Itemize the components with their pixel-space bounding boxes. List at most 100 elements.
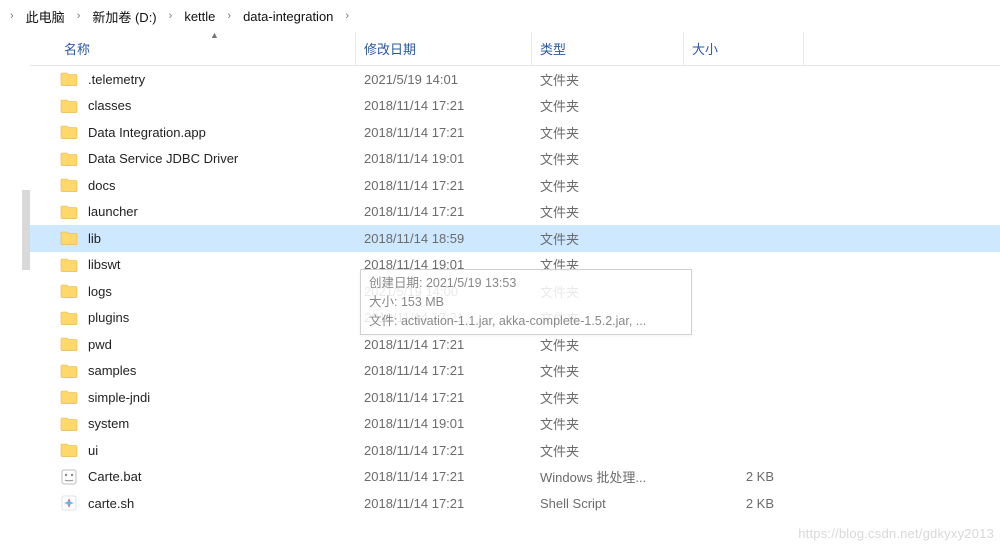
cell-name: simple-jndi [30, 388, 356, 406]
cell-name: pwd [30, 335, 356, 353]
file-name: .telemetry [88, 72, 145, 87]
cell-type: 文件夹 [532, 123, 684, 142]
file-row[interactable]: plugins2018/11/14 17:21文件夹 [30, 305, 1000, 332]
file-row[interactable]: Data Integration.app2018/11/14 17:21文件夹 [30, 119, 1000, 146]
sh-file-icon [60, 494, 78, 512]
folder-icon [60, 229, 78, 247]
file-row[interactable]: Carte.bat2018/11/14 17:21Windows 批处理...2… [30, 464, 1000, 491]
file-list: 名称 ▲ 修改日期 类型 大小 .telemetry 2021/5/19 14:0… [30, 32, 1000, 547]
cell-name: launcher [30, 203, 356, 221]
file-row[interactable]: docs2018/11/14 17:21文件夹 [30, 172, 1000, 199]
cell-name: system [30, 415, 356, 433]
cell-name: plugins [30, 309, 356, 327]
cell-type: 文件夹 [532, 361, 684, 380]
cell-date: 2018/11/14 17:21 [356, 496, 532, 511]
column-header-size[interactable]: 大小 [684, 32, 804, 65]
file-name: Data Service JDBC Driver [88, 151, 238, 166]
file-name: pwd [88, 337, 112, 352]
cell-date: 2018/11/14 17:21 [356, 390, 532, 405]
cell-date: 2018/11/14 19:01 [356, 151, 532, 166]
crumb-data-integration[interactable]: data-integration [237, 7, 339, 26]
cell-date: 2018/11/14 17:21 [356, 178, 532, 193]
file-row[interactable]: lib 2018/11/14 18:59文件夹 [30, 225, 1000, 252]
file-name: lib [88, 231, 101, 246]
folder-icon [60, 123, 78, 141]
crumb-drive-d[interactable]: 新加卷 (D:) [86, 5, 162, 28]
file-row[interactable]: pwd2018/11/14 17:21文件夹 [30, 331, 1000, 358]
column-label: 修改日期 [364, 39, 416, 58]
file-row[interactable]: classes2018/11/14 17:21文件夹 [30, 93, 1000, 120]
file-row[interactable]: carte.sh2018/11/14 17:21Shell Script2 KB [30, 490, 1000, 517]
cell-date: 2018/11/14 19:01 [356, 257, 532, 272]
cell-type: 文件夹 [532, 255, 684, 274]
file-row[interactable]: Data Service JDBC Driver 2018/11/14 19:01… [30, 146, 1000, 173]
column-label: 大小 [692, 39, 718, 58]
cell-type: 文件夹 [532, 70, 684, 89]
folder-icon [60, 415, 78, 433]
file-name: Data Integration.app [88, 125, 206, 140]
cell-type: Shell Script [532, 496, 684, 511]
cell-type: 文件夹 [532, 229, 684, 248]
cell-name: .telemetry [30, 70, 356, 88]
cell-date: 2018/11/14 17:21 [356, 310, 532, 325]
folder-icon [60, 441, 78, 459]
cell-date: 2018/11/14 17:21 [356, 443, 532, 458]
scrollbar-thumb[interactable] [22, 190, 30, 270]
file-name: system [88, 416, 129, 431]
file-name: docs [88, 178, 115, 193]
cell-name: Carte.bat [30, 468, 356, 486]
cell-date: 2018/11/14 17:21 [356, 469, 532, 484]
breadcrumb[interactable]: › 此电脑 › 新加卷 (D:) › kettle › data-integra… [0, 0, 1000, 32]
folder-icon [60, 309, 78, 327]
cell-name: samples [30, 362, 356, 380]
cell-date: 2018/11/14 17:21 [356, 337, 532, 352]
cell-date: 2018/11/14 18:59 [356, 231, 532, 246]
cell-date: 2021/5/19 14:01 [356, 72, 532, 87]
cell-name: libswt [30, 256, 356, 274]
cell-date: 2018/11/14 17:21 [356, 363, 532, 378]
file-row[interactable]: simple-jndi2018/11/14 17:21文件夹 [30, 384, 1000, 411]
chevron-right-icon: › [225, 10, 233, 22]
cell-name: docs [30, 176, 356, 194]
file-row[interactable]: system2018/11/14 19:01文件夹 [30, 411, 1000, 438]
folder-icon [60, 203, 78, 221]
file-row[interactable]: .telemetry 2021/5/19 14:01文件夹 [30, 66, 1000, 93]
cell-name: Data Integration.app [30, 123, 356, 141]
file-row[interactable]: ui2018/11/14 17:21文件夹 [30, 437, 1000, 464]
cell-name: carte.sh [30, 494, 356, 512]
folder-icon [60, 256, 78, 274]
left-gutter [0, 32, 30, 547]
file-name: simple-jndi [88, 390, 150, 405]
chevron-right-icon: › [167, 10, 175, 22]
column-header-type[interactable]: 类型 [532, 32, 684, 65]
column-header-name[interactable]: 名称 ▲ [30, 32, 356, 65]
cell-type: 文件夹 [532, 308, 684, 327]
cell-date: 2018/11/14 19:01 [356, 416, 532, 431]
folder-icon [60, 176, 78, 194]
column-label: 名称 [64, 39, 90, 58]
cell-date: 2021/5/19 14:00 [356, 284, 532, 299]
crumb-this-pc[interactable]: 此电脑 [20, 5, 71, 28]
folder-icon [60, 335, 78, 353]
folder-icon [60, 388, 78, 406]
file-row[interactable]: launcher2018/11/14 17:21文件夹 [30, 199, 1000, 226]
file-row[interactable]: libswt 2018/11/14 19:01文件夹 [30, 252, 1000, 279]
file-row[interactable]: samples2018/11/14 17:21文件夹 [30, 358, 1000, 385]
file-name: libswt [88, 257, 121, 272]
cell-type: 文件夹 [532, 441, 684, 460]
file-name: logs [88, 284, 112, 299]
cell-date: 2018/11/14 17:21 [356, 98, 532, 113]
crumb-kettle[interactable]: kettle [178, 7, 221, 26]
cell-name: logs [30, 282, 356, 300]
chevron-right-icon: › [75, 10, 83, 22]
folder-icon [60, 362, 78, 380]
chevron-right-icon: › [343, 10, 351, 22]
cell-type: 文件夹 [532, 282, 684, 301]
folder-icon [60, 282, 78, 300]
column-header-date[interactable]: 修改日期 [356, 32, 532, 65]
cell-size: 2 KB [684, 469, 804, 484]
file-row[interactable]: logs 2021/5/19 14:00文件夹 [30, 278, 1000, 305]
sort-asc-icon: ▲ [210, 30, 220, 40]
bat-file-icon [60, 468, 78, 486]
cell-size: 2 KB [684, 496, 804, 511]
